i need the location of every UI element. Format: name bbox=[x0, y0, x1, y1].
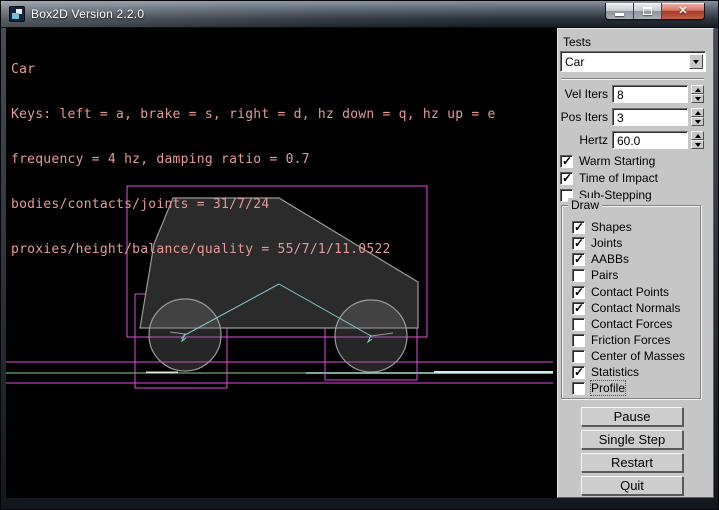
time-of-impact-checkbox[interactable] bbox=[560, 172, 573, 185]
button-stack: Pause Single Step Restart Quit bbox=[581, 407, 683, 499]
center-of-masses-label: Center of Masses bbox=[591, 349, 685, 363]
hertz-field[interactable]: 60.0 bbox=[612, 131, 688, 149]
pos-iters-row: Pos Iters 3 bbox=[558, 108, 704, 126]
warm-starting-checkbox-row[interactable]: Warm Starting bbox=[560, 154, 655, 168]
window-title: Box2D Version 2.2.0 bbox=[31, 7, 144, 21]
friction-forces-checkbox[interactable] bbox=[572, 334, 585, 347]
joints-checkbox-row[interactable]: Joints bbox=[572, 236, 622, 250]
profile-checkbox-row[interactable]: Profile bbox=[572, 381, 625, 395]
hertz-spinner bbox=[691, 131, 704, 149]
vel-iters-spinner bbox=[691, 85, 704, 103]
vel-iters-field[interactable]: 8 bbox=[612, 85, 688, 103]
contact-points-label: Contact Points bbox=[591, 285, 669, 299]
spinner-up-button[interactable] bbox=[691, 85, 704, 94]
shapes-checkbox[interactable] bbox=[572, 221, 585, 234]
contact-points-checkbox-row[interactable]: Contact Points bbox=[572, 285, 669, 299]
maximize-icon bbox=[643, 7, 652, 15]
pairs-label: Pairs bbox=[591, 268, 618, 282]
tests-label: Tests bbox=[563, 35, 591, 49]
stats-line: proxies/height/balance/quality = 55/7/1/… bbox=[11, 242, 496, 257]
arrow-up-icon bbox=[695, 134, 701, 138]
tests-dropdown-button[interactable] bbox=[689, 54, 703, 69]
profile-checkbox[interactable] bbox=[572, 382, 585, 395]
aabbs-checkbox[interactable] bbox=[572, 253, 585, 266]
aabbs-label: AABBs bbox=[591, 252, 629, 266]
close-icon: ✕ bbox=[678, 3, 687, 19]
profile-label: Profile bbox=[591, 381, 625, 395]
app-icon-detail bbox=[12, 13, 19, 19]
spinner-up-button[interactable] bbox=[691, 131, 704, 140]
restart-button[interactable]: Restart bbox=[581, 453, 683, 472]
shapes-checkbox-row[interactable]: Shapes bbox=[572, 220, 632, 234]
contact-forces-checkbox-row[interactable]: Contact Forces bbox=[572, 317, 672, 331]
center-of-masses-checkbox[interactable] bbox=[572, 350, 585, 363]
spinner-up-button[interactable] bbox=[691, 108, 704, 117]
stats-line: bodies/contacts/joints = 31/7/24 bbox=[11, 197, 496, 212]
stats-line: frequency = 4 hz, damping ratio = 0.7 bbox=[11, 152, 496, 167]
pairs-checkbox-row[interactable]: Pairs bbox=[572, 268, 618, 282]
arrow-down-icon bbox=[695, 97, 701, 101]
aabbs-checkbox-row[interactable]: AABBs bbox=[572, 252, 629, 266]
hertz-row: Hertz 60.0 bbox=[558, 131, 704, 149]
friction-forces-checkbox-row[interactable]: Friction Forces bbox=[572, 333, 670, 347]
pairs-checkbox[interactable] bbox=[572, 269, 585, 282]
joints-label: Joints bbox=[591, 236, 622, 250]
friction-forces-label: Friction Forces bbox=[591, 333, 670, 347]
control-panel: Tests Car Vel Iters 8 Pos Iters 3 bbox=[557, 28, 714, 498]
shapes-label: Shapes bbox=[591, 220, 632, 234]
minimize-button[interactable] bbox=[606, 3, 634, 19]
statistics-label: Statistics bbox=[591, 365, 639, 379]
time-of-impact-label: Time of Impact bbox=[579, 171, 658, 185]
vel-iters-label: Vel Iters bbox=[558, 87, 612, 101]
close-button[interactable]: ✕ bbox=[662, 3, 704, 19]
chevron-down-icon bbox=[693, 60, 699, 64]
contact-forces-label: Contact Forces bbox=[591, 317, 672, 331]
tests-dropdown[interactable]: Car bbox=[560, 51, 706, 72]
arrow-up-icon bbox=[695, 88, 701, 92]
simulation-canvas[interactable]: Car Keys: left = a, brake = s, right = d… bbox=[6, 28, 553, 498]
arrow-down-icon bbox=[695, 143, 701, 147]
client-area: Car Keys: left = a, brake = s, right = d… bbox=[6, 28, 714, 498]
contact-normals-checkbox-row[interactable]: Contact Normals bbox=[572, 301, 680, 315]
contact-normals-label: Contact Normals bbox=[591, 301, 680, 315]
warm-starting-checkbox[interactable] bbox=[560, 155, 573, 168]
stats-line: Keys: left = a, brake = s, right = d, hz… bbox=[11, 107, 496, 122]
draw-group: Draw Shapes Joints AABBs Pairs bbox=[561, 205, 701, 399]
statistics-checkbox[interactable] bbox=[572, 366, 585, 379]
arrow-up-icon bbox=[695, 111, 701, 115]
time-of-impact-checkbox-row[interactable]: Time of Impact bbox=[560, 171, 658, 185]
contact-forces-checkbox[interactable] bbox=[572, 318, 585, 331]
minimize-icon bbox=[615, 13, 624, 16]
separator bbox=[561, 78, 704, 80]
app-icon bbox=[9, 6, 25, 22]
stats-line: Car bbox=[11, 62, 496, 77]
pos-iters-spinner bbox=[691, 108, 704, 126]
arrow-down-icon bbox=[695, 120, 701, 124]
tests-dropdown-value: Car bbox=[561, 55, 689, 69]
statistics-checkbox-row[interactable]: Statistics bbox=[572, 365, 639, 379]
draw-group-label: Draw bbox=[568, 198, 602, 212]
contact-points-checkbox[interactable] bbox=[572, 286, 585, 299]
joints-checkbox[interactable] bbox=[572, 237, 585, 250]
pos-iters-label: Pos Iters bbox=[558, 110, 612, 124]
vel-iters-row: Vel Iters 8 bbox=[558, 85, 704, 103]
single-step-button[interactable]: Single Step bbox=[581, 430, 683, 449]
contact-normals-checkbox[interactable] bbox=[572, 302, 585, 315]
spinner-down-button[interactable] bbox=[691, 117, 704, 126]
pause-button[interactable]: Pause bbox=[581, 407, 683, 426]
center-of-masses-checkbox-row[interactable]: Center of Masses bbox=[572, 349, 685, 363]
spinner-down-button[interactable] bbox=[691, 94, 704, 103]
titlebar[interactable]: Box2D Version 2.2.0 ✕ bbox=[1, 1, 718, 28]
quit-button[interactable]: Quit bbox=[581, 476, 683, 495]
pos-iters-field[interactable]: 3 bbox=[612, 108, 688, 126]
spinner-down-button[interactable] bbox=[691, 140, 704, 149]
caption-buttons: ✕ bbox=[605, 3, 705, 20]
maximize-button[interactable] bbox=[634, 3, 662, 19]
app-window: Box2D Version 2.2.0 ✕ bbox=[0, 0, 719, 510]
hertz-label: Hertz bbox=[558, 133, 612, 147]
warm-starting-label: Warm Starting bbox=[579, 154, 655, 168]
statistics-text: Car Keys: left = a, brake = s, right = d… bbox=[11, 32, 496, 287]
